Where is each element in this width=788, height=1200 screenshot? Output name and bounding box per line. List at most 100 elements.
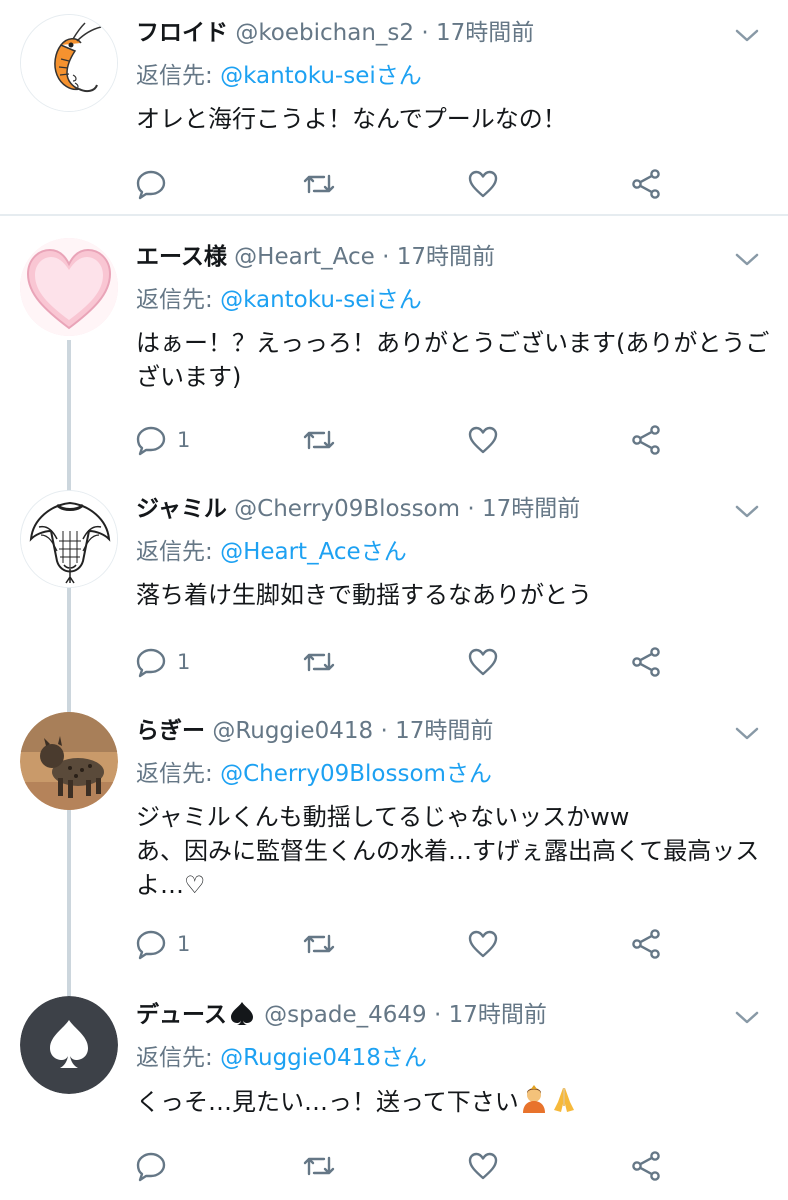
reply-to-line: 返信先: @kantoku-seiさん [136,282,422,318]
separator-dot: · [382,244,390,270]
action-bar: 1 [0,924,788,964]
tweet-header: らぎー @Ruggie0418 · 17時間前 [136,714,493,748]
retweet-button[interactable] [302,420,336,460]
heart-avatar [20,238,118,336]
tweet-text: くっそ…見たい…っ！送って下さい [136,1088,519,1116]
divider [0,214,788,216]
reply-to-label: 返信先: [136,1045,221,1071]
reply-to-mention[interactable]: @kantoku-sei [220,63,376,89]
user-handle[interactable]: @Heart_Ace [234,244,375,270]
retweet-button[interactable] [302,924,336,964]
retweet-button[interactable] [302,1146,336,1186]
like-button[interactable] [467,420,499,460]
heart-icon [468,930,498,958]
avatar[interactable] [20,996,118,1094]
cobra-avatar [21,491,117,587]
display-name[interactable]: デュース [136,1002,227,1028]
tweet[interactable]: フロイド @koebichan_s2 · 17時間前 返信先: @kantoku… [0,0,788,214]
action-bar: 1 [0,642,788,682]
chevron-down-icon[interactable] [734,504,760,520]
reply-to-suffix: さん [445,761,492,787]
timestamp[interactable]: 17時間前 [397,244,495,270]
reply-to-label: 返信先: [136,63,221,89]
share-icon [632,169,660,199]
retweet-icon [303,1156,335,1176]
reply-to-suffix: さん [375,287,422,313]
share-icon [632,425,660,455]
retweet-icon [303,652,335,672]
tweet[interactable]: デュース @spade_4649 · 17時間前 返信先: @Ruggie041… [0,982,788,1200]
retweet-button[interactable] [302,642,336,682]
reply-to-suffix: さん [375,63,422,89]
tweet-header: エース様 @Heart_Ace · 17時間前 [136,240,495,274]
tweet[interactable]: ジャミル @Cherry09Blossom · 17時間前 返信先: @Hear… [0,476,788,698]
reply-to-suffix: さん [380,1045,427,1071]
avatar[interactable] [20,238,118,336]
share-button[interactable] [630,642,662,682]
display-name[interactable]: ジャミル [136,496,227,522]
shrimp-avatar [21,15,117,111]
reply-to-mention[interactable]: @Ruggie0418 [220,1045,381,1071]
reply-to-line: 返信先: @kantoku-seiさん [136,58,422,94]
separator-dot: · [421,20,429,46]
reply-to-label: 返信先: [136,287,221,313]
chevron-down-icon[interactable] [734,1010,760,1026]
avatar[interactable] [20,490,118,588]
tweet[interactable]: エース様 @Heart_Ace · 17時間前 返信先: @kantoku-se… [0,224,788,470]
display-name[interactable]: エース様 [136,244,227,270]
share-button[interactable] [630,420,662,460]
reply-to-line: 返信先: @Heart_Aceさん [136,534,407,570]
like-button[interactable] [467,164,499,204]
user-handle[interactable]: @Ruggie0418 [212,718,373,744]
reply-button[interactable]: 1 [135,642,190,682]
like-button[interactable] [467,1146,499,1186]
separator-dot: · [380,718,388,744]
spade-icon [227,1000,257,1036]
share-icon [632,1151,660,1181]
spade-avatar [20,996,118,1094]
display-name[interactable]: らぎー [136,718,205,744]
retweet-icon [303,174,335,194]
reply-count: 1 [177,428,191,452]
share-button[interactable] [630,164,662,204]
tweet-text: ジャミルくんも動揺してるじゃないッスかww あ、因みに監督生くんの水着…すげぇ露… [136,803,760,899]
share-icon [632,929,660,959]
reply-button[interactable]: 1 [135,420,190,460]
reply-to-mention[interactable]: @Heart_Ace [220,539,361,565]
user-handle[interactable]: @koebichan_s2 [235,20,414,46]
timestamp[interactable]: 17時間前 [436,20,534,46]
chevron-down-icon[interactable] [734,726,760,742]
share-button[interactable] [630,1146,662,1186]
chevron-down-icon[interactable] [734,28,760,44]
like-button[interactable] [467,924,499,964]
reply-icon [136,930,166,960]
reply-to-suffix: さん [360,539,407,565]
reply-button[interactable] [135,164,177,204]
timestamp[interactable]: 17時間前 [449,1002,547,1028]
tweet-header: デュース @spade_4649 · 17時間前 [136,998,547,1036]
retweet-icon [303,934,335,954]
timestamp[interactable]: 17時間前 [395,718,493,744]
like-button[interactable] [467,642,499,682]
reply-icon [136,170,166,200]
timestamp[interactable]: 17時間前 [482,496,580,522]
display-name[interactable]: フロイド [136,20,228,46]
retweet-button[interactable] [302,164,336,204]
share-button[interactable] [630,924,662,964]
reply-to-mention[interactable]: @Cherry09Blossom [220,761,446,787]
reply-button[interactable]: 1 [135,924,190,964]
user-handle[interactable]: @spade_4649 [264,1002,426,1028]
heart-icon [468,1152,498,1180]
avatar[interactable] [20,14,118,112]
tweet[interactable]: らぎー @Ruggie0418 · 17時間前 返信先: @Cherry09Bl… [0,698,788,982]
heart-icon [468,170,498,198]
action-bar: 1 [0,420,788,460]
reply-to-mention[interactable]: @kantoku-sei [220,287,376,313]
reply-button[interactable] [135,1146,177,1186]
reply-to-line: 返信先: @Ruggie0418さん [136,1040,427,1076]
avatar[interactable] [20,712,118,810]
user-handle[interactable]: @Cherry09Blossom [234,496,460,522]
chevron-down-icon[interactable] [734,252,760,268]
heart-icon [468,648,498,676]
action-bar [0,1146,788,1186]
